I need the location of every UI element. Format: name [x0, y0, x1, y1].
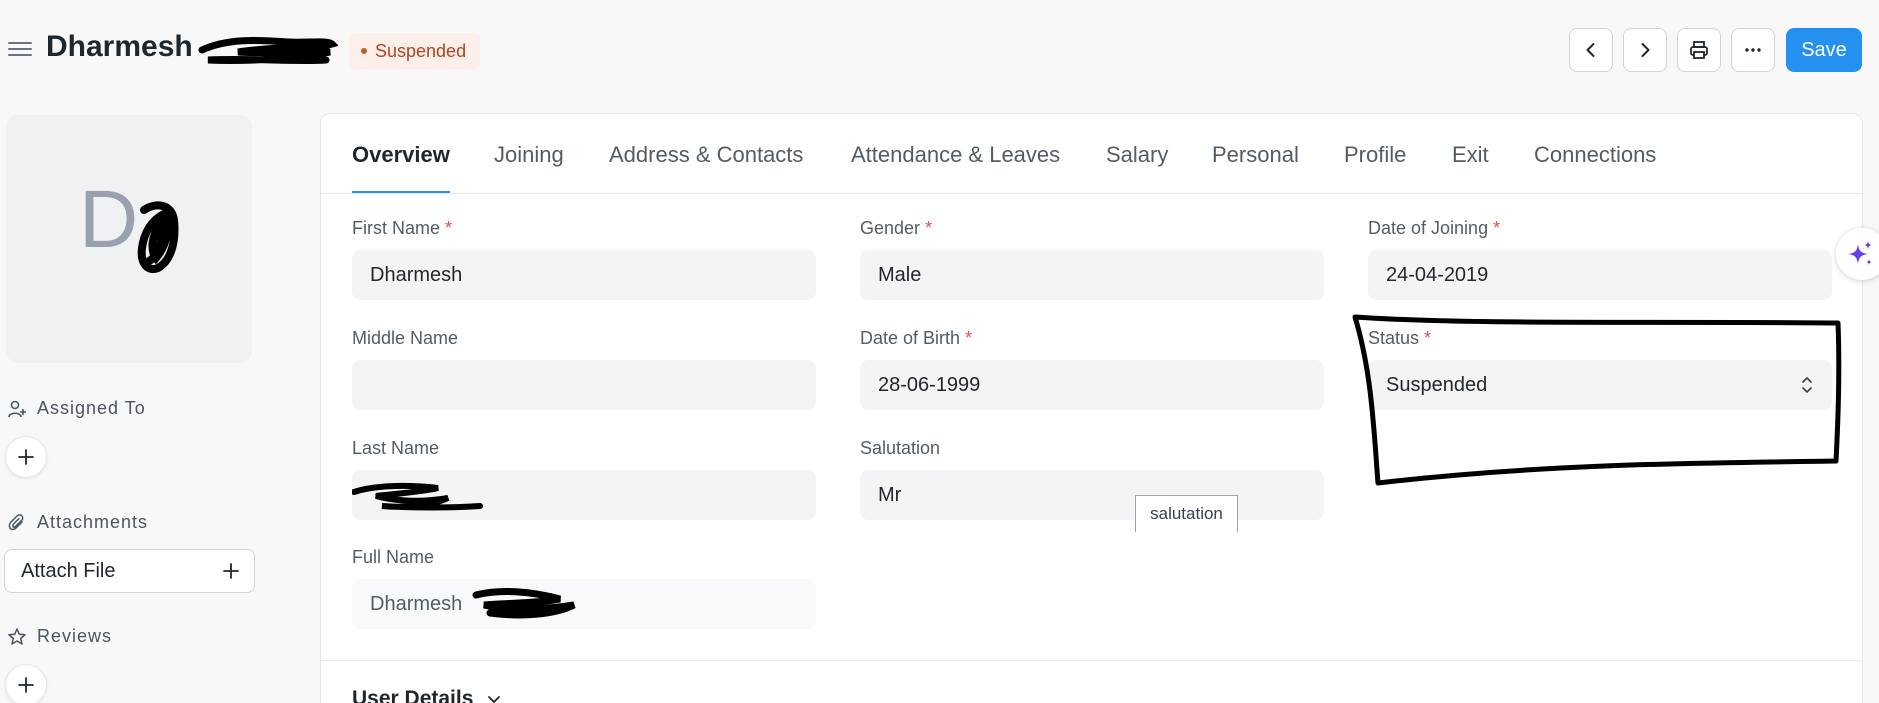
required-marker: *: [965, 328, 973, 348]
ellipsis-icon: [1745, 48, 1761, 52]
required-marker: *: [1493, 218, 1501, 238]
save-button[interactable]: Save: [1786, 28, 1862, 72]
add-review-button[interactable]: [5, 664, 47, 703]
date-of-birth-label-text: Date of Birth: [860, 328, 961, 348]
required-marker: *: [445, 218, 453, 238]
redaction-scribble: [472, 588, 576, 619]
plus-icon: [18, 449, 34, 465]
full-name-value: Dharmesh: [370, 592, 463, 615]
ai-assistant-button[interactable]: [1836, 228, 1879, 280]
tab-salary[interactable]: Salary: [1106, 142, 1168, 168]
status-dot: [361, 48, 367, 54]
status-badge-label: Suspended: [375, 40, 467, 61]
reviews-section: Reviews: [7, 626, 112, 647]
date-of-joining-label-text: Date of Joining: [1368, 218, 1489, 238]
status-highlight-annotation: [1352, 314, 1842, 486]
full-name-label: Full Name: [352, 547, 435, 567]
tab-bar: Overview Joining Address & Contacts Atte…: [321, 114, 1862, 194]
required-marker: *: [925, 218, 933, 238]
salutation-label: Salutation: [860, 438, 941, 458]
last-name-field[interactable]: [352, 470, 816, 520]
user-details-title: User Details: [352, 687, 474, 703]
previous-button[interactable]: [1569, 28, 1613, 72]
middle-name-field[interactable]: [352, 360, 816, 410]
tab-joining[interactable]: Joining: [494, 142, 564, 168]
assigned-to-section: Assigned To: [7, 398, 146, 419]
tab-personal[interactable]: Personal: [1212, 142, 1299, 168]
first-name-field[interactable]: Dharmesh: [352, 250, 816, 300]
tab-profile[interactable]: Profile: [1344, 142, 1406, 168]
print-button[interactable]: [1677, 28, 1721, 72]
user-plus-icon: [8, 400, 26, 417]
add-assignee-button[interactable]: [5, 436, 47, 478]
plus-icon: [223, 563, 239, 579]
attachments-label: Attachments: [37, 512, 149, 532]
chevron-down-icon: [488, 696, 501, 703]
tab-address-contacts[interactable]: Address & Contacts: [609, 142, 803, 168]
tab-connections[interactable]: Connections: [1534, 142, 1656, 168]
first-name-label: First Name *: [352, 218, 452, 239]
attach-file-label: Attach File: [21, 559, 116, 582]
redaction-scribble: [352, 482, 483, 511]
user-details-section-toggle[interactable]: User Details: [352, 687, 503, 703]
full-name-field: Dharmesh: [352, 579, 816, 629]
gender-label: Gender *: [860, 218, 932, 239]
menu-icon[interactable]: [8, 38, 32, 62]
plus-icon: [18, 677, 34, 693]
paperclip-icon: [8, 513, 24, 530]
status-badge: Suspended: [349, 33, 481, 69]
date-of-birth-label: Date of Birth *: [860, 328, 972, 349]
tab-exit[interactable]: Exit: [1452, 142, 1489, 168]
chevron-right-icon: [1641, 43, 1650, 57]
tab-overview[interactable]: Overview: [352, 142, 450, 168]
tab-attendance-leaves[interactable]: Attendance & Leaves: [851, 142, 1060, 168]
page-header: Dharmesh Suspended Save: [0, 0, 1879, 100]
last-name-label: Last Name: [352, 438, 440, 458]
first-name-value: Dharmesh: [370, 263, 463, 286]
middle-name-label: Middle Name: [352, 328, 459, 348]
date-of-joining-field[interactable]: 24-04-2019: [1368, 250, 1832, 300]
attach-file-button[interactable]: Attach File: [4, 549, 255, 593]
redaction-scribble: [198, 36, 338, 65]
gender-label-text: Gender: [860, 218, 921, 238]
next-button[interactable]: [1623, 28, 1667, 72]
star-icon: [8, 627, 26, 645]
gender-field[interactable]: Male: [860, 250, 1324, 300]
avatar[interactable]: D: [6, 115, 252, 363]
avatar-initial: D: [79, 174, 139, 265]
sparkle-icon: [1848, 241, 1872, 265]
section-divider: [321, 660, 1862, 661]
salutation-field[interactable]: Mr: [860, 470, 1324, 520]
reviews-label: Reviews: [37, 626, 113, 646]
date-of-birth-field[interactable]: 28-06-1999: [860, 360, 1324, 410]
date-of-joining-label: Date of Joining *: [1368, 218, 1500, 239]
active-tab-indicator: [352, 191, 450, 193]
assigned-to-label: Assigned To: [37, 398, 146, 418]
date-of-birth-value: 28-06-1999: [878, 373, 981, 396]
attachments-section: Attachments: [7, 512, 148, 533]
more-options-button[interactable]: [1731, 28, 1775, 72]
salutation-value: Mr: [878, 483, 902, 506]
gender-value: Male: [878, 263, 922, 286]
first-name-label-text: First Name: [352, 218, 441, 238]
chevron-left-icon: [1586, 43, 1595, 57]
page-title: Dharmesh: [46, 30, 193, 63]
redaction-scribble: [137, 201, 179, 273]
printer-icon: [1690, 41, 1708, 59]
salutation-tooltip: salutation: [1135, 495, 1238, 532]
date-of-joining-value: 24-04-2019: [1386, 263, 1489, 286]
